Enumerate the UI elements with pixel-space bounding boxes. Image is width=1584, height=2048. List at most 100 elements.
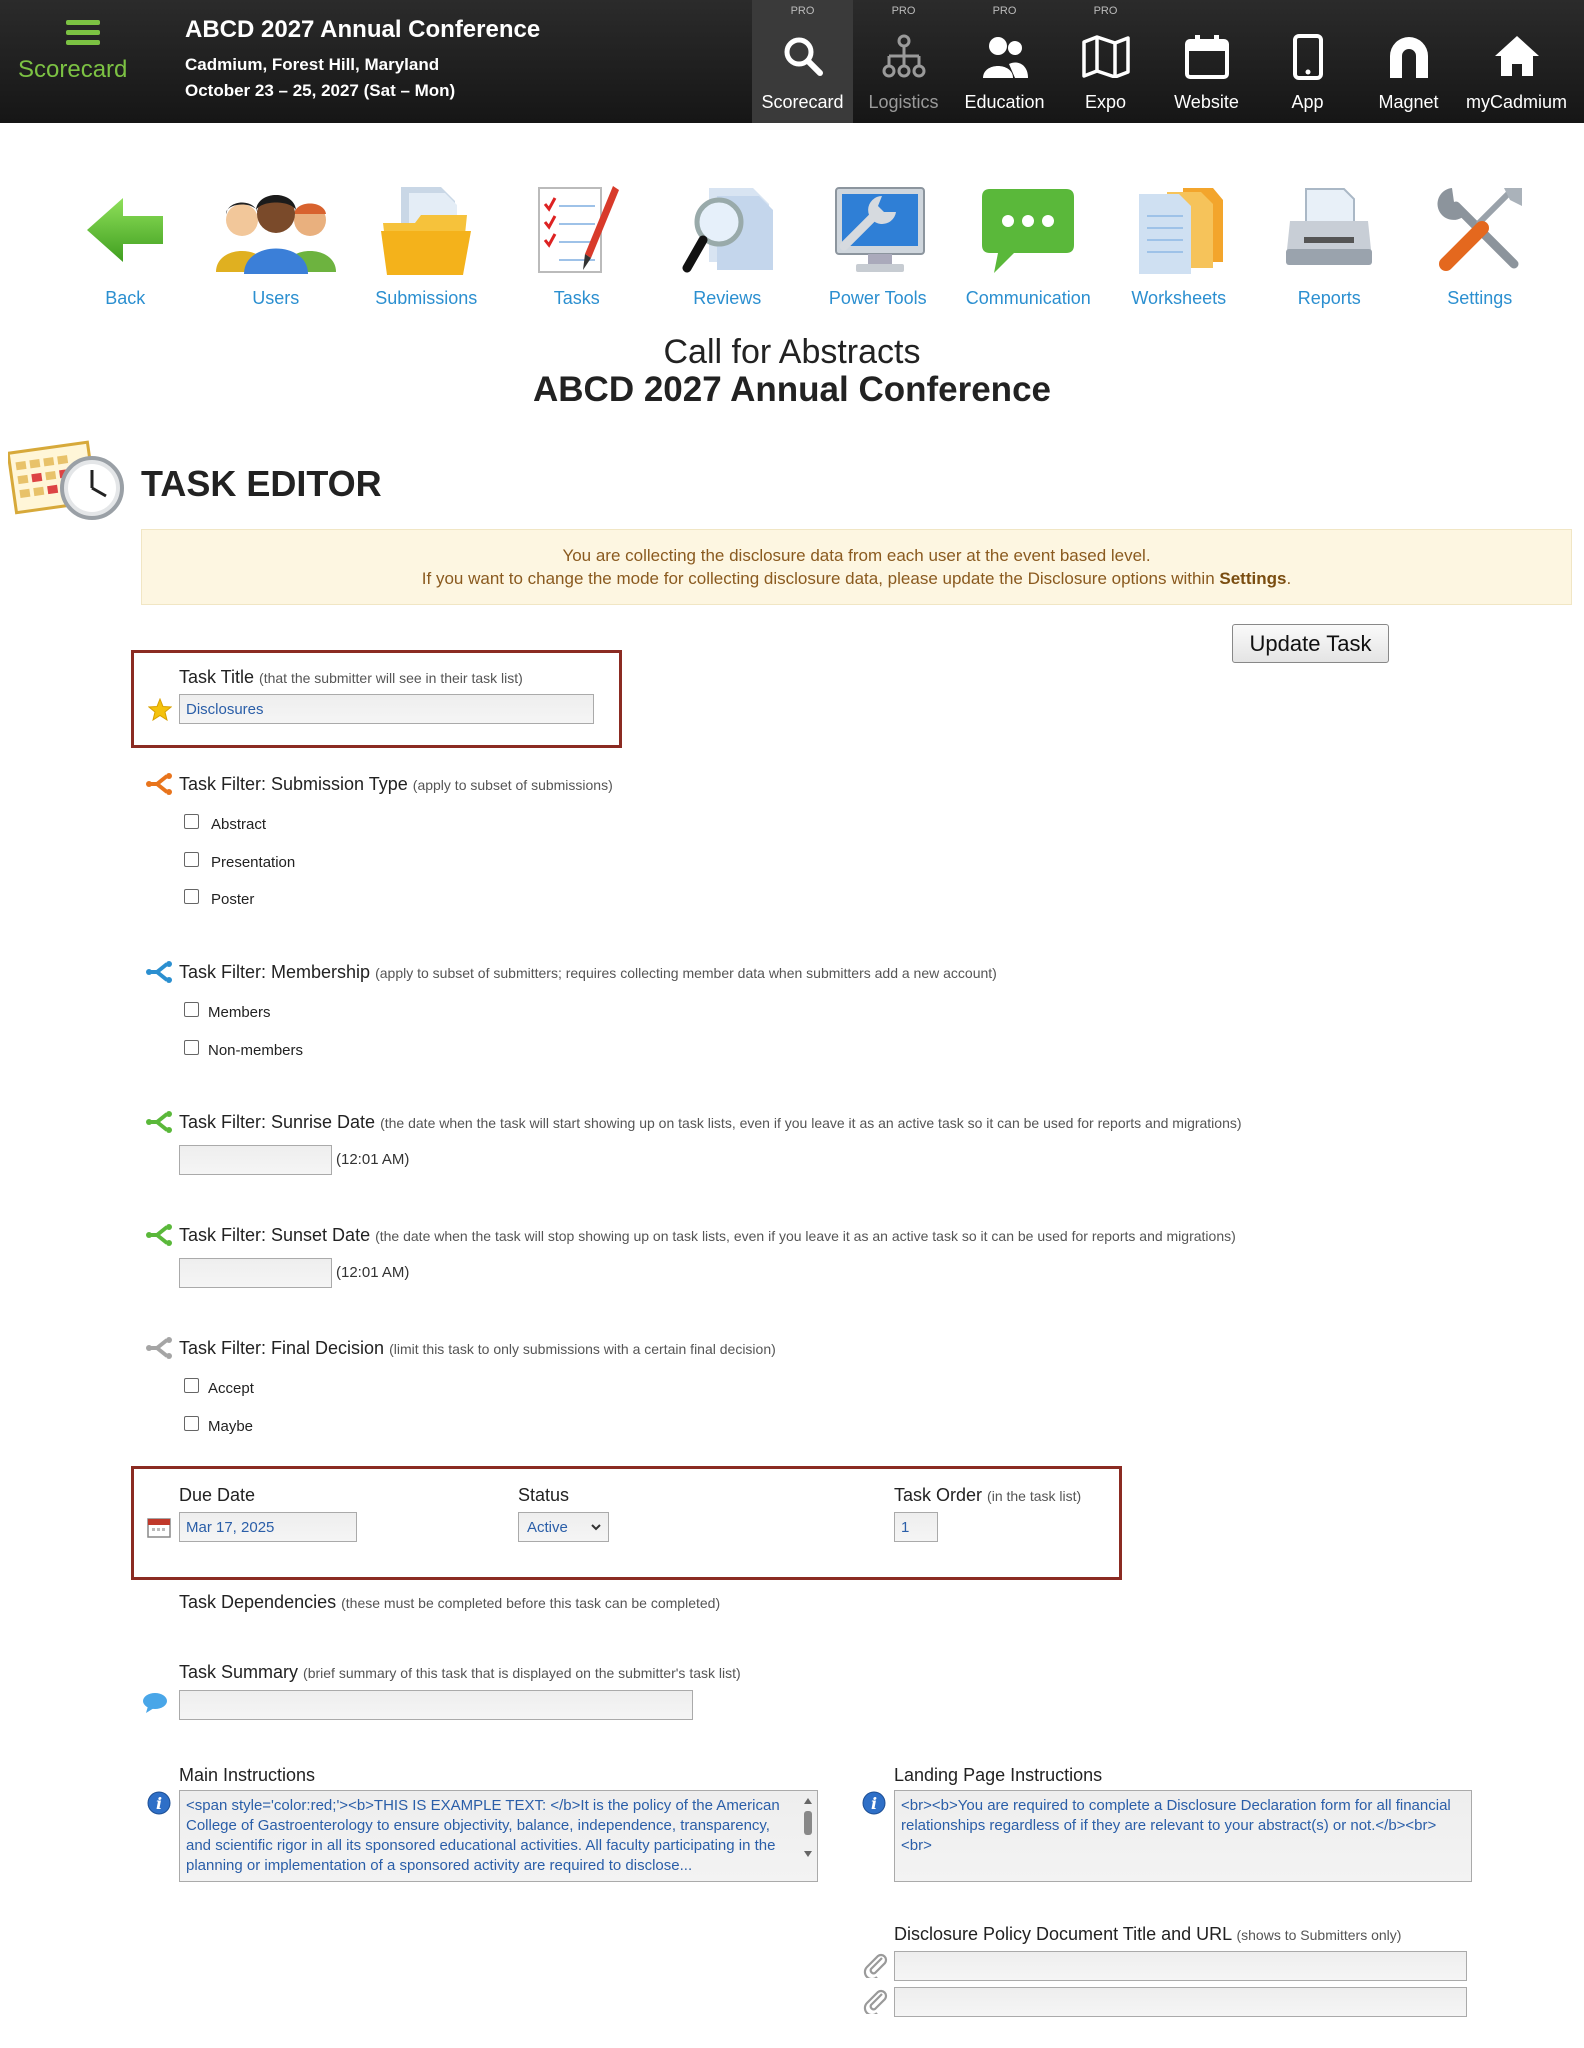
task-order-input[interactable]: 1 — [894, 1512, 938, 1542]
chat-bubble-icon — [953, 180, 1104, 280]
nav-website[interactable]: Website — [1156, 0, 1257, 123]
label-text: Task Filter: Sunset Date — [179, 1225, 371, 1245]
toolbar-tasks[interactable]: Tasks — [502, 180, 653, 309]
nav-app[interactable]: App — [1257, 0, 1358, 123]
nav-label: myCadmium — [1465, 92, 1567, 112]
magnet-icon — [1358, 34, 1459, 80]
toolbar-label: Settings — [1447, 288, 1513, 308]
map-icon — [1055, 34, 1156, 80]
brand-label: Scorecard — [18, 56, 128, 83]
sunset-date-input[interactable] — [179, 1258, 332, 1288]
checkbox-maybe[interactable] — [184, 1416, 199, 1431]
nav-expo[interactable]: PRO Expo — [1055, 0, 1156, 123]
people-icon — [201, 180, 352, 280]
toolbar-settings[interactable]: Settings — [1405, 180, 1556, 309]
nav-label: Website — [1174, 92, 1239, 112]
filter-green-icon — [145, 1224, 173, 1251]
toolbar-communication[interactable]: Communication — [953, 180, 1104, 309]
sunrise-date-input[interactable] — [179, 1145, 332, 1175]
label-hint: (that the submitter will see in their ta… — [259, 670, 523, 686]
pro-badge: PRO — [891, 5, 916, 17]
pro-badge: PRO — [790, 5, 815, 17]
info-icon: i — [862, 1791, 886, 1820]
policy-url-input[interactable] — [894, 1987, 1467, 2017]
toolbar-users[interactable]: Users — [201, 180, 352, 309]
label-text: Task Filter: Sunrise Date — [179, 1112, 376, 1132]
speech-bubble-icon — [142, 1692, 168, 1719]
label-hint: (the date when the task will start showi… — [380, 1115, 1242, 1131]
due-date-label: Due Date — [179, 1485, 256, 1505]
filter-gray-icon — [145, 1337, 173, 1364]
checkbox-presentation[interactable] — [184, 852, 199, 867]
checkbox-accept[interactable] — [184, 1378, 199, 1393]
label-text: Task Filter: Membership — [179, 962, 371, 982]
label-text: Task Summary — [179, 1662, 299, 1682]
notice-text: If you want to change the mode for colle… — [421, 569, 1220, 588]
nav-label: App — [1291, 92, 1324, 112]
nav-label: Magnet — [1378, 92, 1439, 112]
folder-icon — [351, 180, 502, 280]
task-title-label: Task Title (that the submitter will see … — [179, 667, 523, 688]
filter-sunset-label: Task Filter: Sunset Date (the date when … — [179, 1225, 1236, 1246]
label-hint: (limit this task to only submissions wit… — [389, 1341, 776, 1357]
nav-magnet[interactable]: Magnet — [1358, 0, 1459, 123]
checkbox-abstract[interactable] — [184, 814, 199, 829]
conference-location: Cadmium, Forest Hill, Maryland — [185, 55, 440, 74]
label-text: Disclosure Policy Document Title and URL — [894, 1924, 1232, 1944]
top-bar: Scorecard ABCD 2027 Annual Conference Ca… — [0, 0, 1584, 123]
settings-link[interactable]: Settings — [1219, 569, 1286, 588]
checkbox-label: Non-members — [208, 1042, 304, 1059]
magnifier-icon — [652, 180, 803, 280]
checklist-icon — [502, 180, 653, 280]
toolbar-back[interactable]: Back — [50, 180, 201, 309]
disclosure-notice: You are collecting the disclosure data f… — [141, 529, 1572, 605]
toolbar-worksheets[interactable]: Worksheets — [1104, 180, 1255, 309]
update-task-button[interactable]: Update Task — [1232, 624, 1389, 663]
policy-title-input[interactable] — [894, 1951, 1467, 1981]
task-title-input[interactable]: Disclosures — [179, 694, 594, 724]
toolbar-power-tools[interactable]: Power Tools — [803, 180, 954, 309]
back-arrow-icon — [50, 180, 201, 280]
checkbox-poster[interactable] — [184, 889, 199, 904]
calendar-icon — [1156, 34, 1257, 80]
checkbox-non-members[interactable] — [184, 1040, 199, 1055]
main-instructions-text: <span style='color:red;'><b>THIS IS EXAM… — [186, 1797, 780, 1874]
summary-input[interactable] — [179, 1690, 693, 1720]
hamburger-icon[interactable] — [66, 20, 100, 46]
checkbox-label: Members — [208, 1004, 271, 1021]
disclosure-policy-label: Disclosure Policy Document Title and URL… — [894, 1924, 1401, 1945]
dependencies-label: Task Dependencies (these must be complet… — [179, 1592, 720, 1613]
status-value: Active — [527, 1519, 568, 1536]
status-label: Status — [518, 1485, 570, 1505]
scrollbar[interactable] — [801, 1795, 815, 1857]
main-instructions-textarea[interactable]: <span style='color:red;'><b>THIS IS EXAM… — [179, 1790, 818, 1882]
toolbar-reviews[interactable]: Reviews — [652, 180, 803, 309]
nav-mycadmium[interactable]: myCadmium — [1459, 0, 1574, 123]
landing-instructions-textarea[interactable]: <br><b>You are required to complete a Di… — [894, 1790, 1472, 1882]
sunrise-time: (12:01 AM) — [336, 1151, 410, 1168]
due-date-input[interactable]: Mar 17, 2025 — [179, 1512, 357, 1542]
filter-green-icon — [145, 1111, 173, 1138]
checkbox-members[interactable] — [184, 1002, 199, 1017]
checkbox-label: Presentation — [211, 854, 296, 871]
checkbox-label: Accept — [208, 1380, 254, 1397]
nav-education[interactable]: PRO Education — [954, 0, 1055, 123]
nav-scorecard[interactable]: PRO Scorecard — [752, 0, 853, 123]
conference-dates: October 23 – 25, 2027 (Sat – Mon) — [185, 81, 456, 100]
checkbox-label: Poster — [211, 891, 255, 908]
checkbox-label: Maybe — [208, 1418, 254, 1435]
users-icon — [954, 34, 1055, 80]
label-text: Task Filter: Final Decision — [179, 1338, 385, 1358]
nav-logistics[interactable]: PRO Logistics — [853, 0, 954, 123]
landing-instructions-label: Landing Page Instructions — [894, 1765, 1103, 1785]
toolbar-reports[interactable]: Reports — [1254, 180, 1405, 309]
status-select[interactable]: Active — [518, 1512, 609, 1542]
search-icon — [752, 34, 853, 80]
svg-text:i: i — [156, 1794, 162, 1813]
scorecard-menu[interactable]: Scorecard — [18, 14, 148, 83]
label-hint: (in the task list) — [987, 1488, 1082, 1504]
label-hint: (the date when the task will stop showin… — [375, 1228, 1236, 1244]
filter-final-label: Task Filter: Final Decision (limit this … — [179, 1338, 776, 1359]
sunset-time: (12:01 AM) — [336, 1264, 410, 1281]
toolbar-submissions[interactable]: Submissions — [351, 180, 502, 309]
